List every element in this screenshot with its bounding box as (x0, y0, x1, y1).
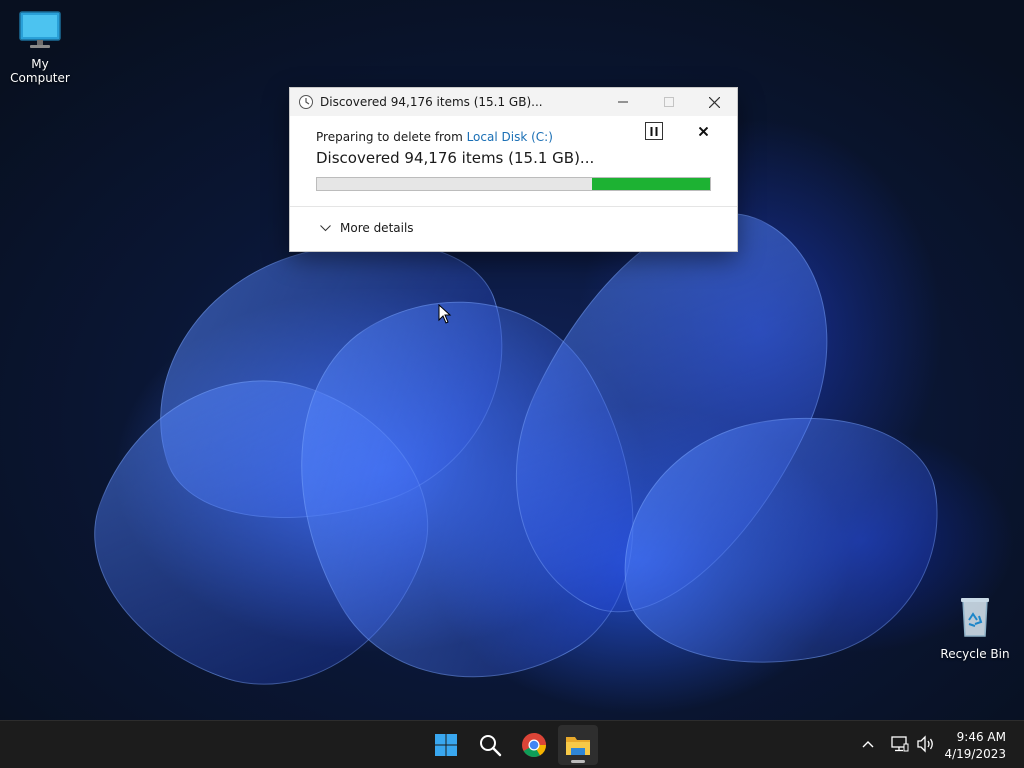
close-icon (709, 96, 720, 108)
minimize-button[interactable] (600, 88, 645, 116)
search-icon (480, 735, 502, 757)
dialog-titlebar[interactable]: Discovered 94,176 items (15.1 GB)... (290, 88, 737, 116)
recycle-bin-icon (961, 598, 989, 637)
taskbar: 9:46 AM 4/19/2023 (0, 720, 1024, 768)
clock-icon (299, 95, 313, 109)
file-explorer-icon (566, 737, 590, 755)
status-text: Discovered 94,176 items (15.1 GB)... (316, 149, 595, 167)
location-link[interactable]: Local Disk (C:) (467, 130, 553, 144)
progress-bar-fill (592, 178, 710, 190)
pause-icon (650, 126, 658, 136)
close-icon (698, 126, 708, 136)
system-clock[interactable]: 9:46 AM 4/19/2023 (944, 729, 1006, 763)
network-icon (891, 736, 909, 752)
progress-bar (316, 177, 711, 191)
delete-progress-dialog: Discovered 94,176 items (15.1 GB)... Pre… (289, 87, 738, 252)
search-button[interactable] (470, 725, 510, 765)
close-button[interactable] (692, 88, 737, 116)
subline-prefix: Preparing to delete from (316, 130, 467, 144)
speaker-icon (917, 735, 933, 753)
minimize-icon (617, 101, 628, 103)
clock-date: 4/19/2023 (944, 747, 1006, 761)
maximize-icon (663, 97, 674, 107)
monitor-icon (19, 11, 61, 48)
dialog-title: Discovered 94,176 items (15.1 GB)... (320, 95, 543, 109)
file-explorer-taskbar-button[interactable] (558, 725, 598, 765)
more-details-toggle[interactable]: More details (320, 221, 414, 235)
chrome-icon (522, 733, 546, 758)
pause-button[interactable] (645, 122, 663, 140)
volume-button[interactable] (916, 735, 936, 757)
maximize-button[interactable] (646, 88, 691, 116)
dialog-body: Preparing to delete from Local Disk (C:)… (290, 116, 737, 167)
desktop-icon-my-computer[interactable]: My Computer (0, 10, 80, 85)
more-details-label: More details (340, 221, 414, 235)
active-app-indicator (571, 760, 585, 763)
start-button[interactable] (426, 725, 466, 765)
show-hidden-icons-button[interactable] (862, 735, 874, 757)
chevron-up-icon (862, 741, 874, 748)
chrome-taskbar-button[interactable] (514, 725, 554, 765)
desktop-icon-recycle-bin[interactable]: Recycle Bin (935, 596, 1015, 661)
chevron-down-icon (320, 224, 331, 231)
network-status-button[interactable] (891, 735, 909, 757)
mouse-cursor-icon (438, 304, 452, 324)
desktop-icon-label: My Computer (10, 57, 70, 85)
start-icon (435, 734, 457, 756)
desktop-icon-label: Recycle Bin (940, 647, 1010, 661)
clock-time: 9:46 AM (956, 730, 1006, 744)
cancel-operation-button[interactable] (694, 122, 712, 140)
divider (290, 206, 737, 207)
